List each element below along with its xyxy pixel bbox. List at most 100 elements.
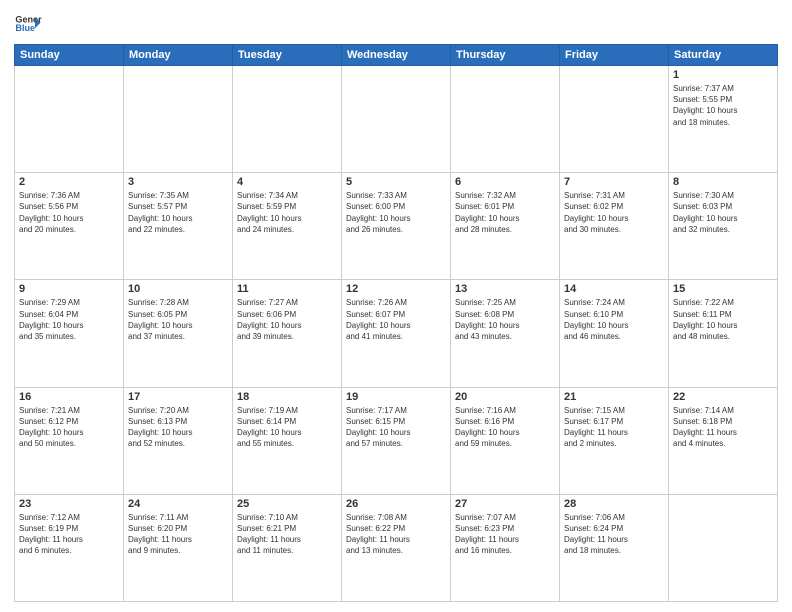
weekday-header-friday: Friday: [560, 45, 669, 66]
day-info: Sunrise: 7:34 AM Sunset: 5:59 PM Dayligh…: [237, 190, 337, 235]
day-number: 11: [237, 283, 337, 295]
day-number: 1: [673, 69, 773, 81]
calendar-cell: [342, 66, 451, 173]
calendar-cell: 26 Sunrise: 7:08 AM Sunset: 6:22 PM Dayli…: [342, 494, 451, 601]
calendar-cell: 18 Sunrise: 7:19 AM Sunset: 6:14 PM Dayli…: [233, 387, 342, 494]
day-info: Sunrise: 7:24 AM Sunset: 6:10 PM Dayligh…: [564, 297, 664, 342]
calendar-cell: 27 Sunrise: 7:07 AM Sunset: 6:23 PM Dayli…: [451, 494, 560, 601]
calendar-cell: 22 Sunrise: 7:14 AM Sunset: 6:18 PM Dayli…: [669, 387, 778, 494]
day-number: 17: [128, 391, 228, 403]
day-info: Sunrise: 7:30 AM Sunset: 6:03 PM Dayligh…: [673, 190, 773, 235]
calendar-cell: 11 Sunrise: 7:27 AM Sunset: 6:06 PM Dayli…: [233, 280, 342, 387]
day-info: Sunrise: 7:32 AM Sunset: 6:01 PM Dayligh…: [455, 190, 555, 235]
day-number: 14: [564, 283, 664, 295]
calendar-cell: 15Sunrise: 7:22 AM Sunset: 6:11 PM Dayli…: [669, 280, 778, 387]
day-info: Sunrise: 7:36 AM Sunset: 5:56 PM Dayligh…: [19, 190, 119, 235]
day-number: 7: [564, 176, 664, 188]
day-info: Sunrise: 7:14 AM Sunset: 6:18 PM Dayligh…: [673, 405, 773, 450]
calendar-cell: [451, 66, 560, 173]
day-info: Sunrise: 7:06 AM Sunset: 6:24 PM Dayligh…: [564, 512, 664, 557]
calendar-cell: 12 Sunrise: 7:26 AM Sunset: 6:07 PM Dayli…: [342, 280, 451, 387]
day-info: Sunrise: 7:19 AM Sunset: 6:14 PM Dayligh…: [237, 405, 337, 450]
day-number: 10: [128, 283, 228, 295]
calendar-week-row-3: 9 Sunrise: 7:29 AM Sunset: 6:04 PM Daylig…: [15, 280, 778, 387]
day-number: 12: [346, 283, 446, 295]
calendar-week-row-2: 2 Sunrise: 7:36 AM Sunset: 5:56 PM Daylig…: [15, 173, 778, 280]
day-info: Sunrise: 7:26 AM Sunset: 6:07 PM Dayligh…: [346, 297, 446, 342]
calendar-table: SundayMondayTuesdayWednesdayThursdayFrid…: [14, 44, 778, 602]
calendar-week-row-4: 16 Sunrise: 7:21 AM Sunset: 6:12 PM Dayli…: [15, 387, 778, 494]
day-number: 20: [455, 391, 555, 403]
day-info: Sunrise: 7:35 AM Sunset: 5:57 PM Dayligh…: [128, 190, 228, 235]
weekday-header-row: SundayMondayTuesdayWednesdayThursdayFrid…: [15, 45, 778, 66]
day-info: Sunrise: 7:11 AM Sunset: 6:20 PM Dayligh…: [128, 512, 228, 557]
calendar-cell: 20 Sunrise: 7:16 AM Sunset: 6:16 PM Dayli…: [451, 387, 560, 494]
day-info: Sunrise: 7:29 AM Sunset: 6:04 PM Dayligh…: [19, 297, 119, 342]
weekday-header-tuesday: Tuesday: [233, 45, 342, 66]
day-info: Sunrise: 7:08 AM Sunset: 6:22 PM Dayligh…: [346, 512, 446, 557]
day-number: 3: [128, 176, 228, 188]
day-number: 2: [19, 176, 119, 188]
day-info: Sunrise: 7:07 AM Sunset: 6:23 PM Dayligh…: [455, 512, 555, 557]
calendar-cell: 24 Sunrise: 7:11 AM Sunset: 6:20 PM Dayli…: [124, 494, 233, 601]
day-info: Sunrise: 7:12 AM Sunset: 6:19 PM Dayligh…: [19, 512, 119, 557]
logo-icon: General Blue: [14, 10, 42, 38]
weekday-header-sunday: Sunday: [15, 45, 124, 66]
logo: General Blue: [14, 10, 46, 38]
day-info: Sunrise: 7:27 AM Sunset: 6:06 PM Dayligh…: [237, 297, 337, 342]
day-number: 19: [346, 391, 446, 403]
day-info: Sunrise: 7:33 AM Sunset: 6:00 PM Dayligh…: [346, 190, 446, 235]
day-number: 15: [673, 283, 773, 295]
day-info: Sunrise: 7:21 AM Sunset: 6:12 PM Dayligh…: [19, 405, 119, 450]
day-number: 25: [237, 498, 337, 510]
weekday-header-wednesday: Wednesday: [342, 45, 451, 66]
day-number: 13: [455, 283, 555, 295]
calendar-cell: 28 Sunrise: 7:06 AM Sunset: 6:24 PM Dayli…: [560, 494, 669, 601]
calendar-cell: [124, 66, 233, 173]
calendar-cell: 16 Sunrise: 7:21 AM Sunset: 6:12 PM Dayli…: [15, 387, 124, 494]
calendar-cell: 1 Sunrise: 7:37 AM Sunset: 5:55 PM Daylig…: [669, 66, 778, 173]
calendar-cell: 7 Sunrise: 7:31 AM Sunset: 6:02 PM Daylig…: [560, 173, 669, 280]
calendar-week-row-1: 1 Sunrise: 7:37 AM Sunset: 5:55 PM Daylig…: [15, 66, 778, 173]
calendar-cell: 6Sunrise: 7:32 AM Sunset: 6:01 PM Daylig…: [451, 173, 560, 280]
calendar-cell: 10 Sunrise: 7:28 AM Sunset: 6:05 PM Dayli…: [124, 280, 233, 387]
day-number: 27: [455, 498, 555, 510]
calendar-cell: [560, 66, 669, 173]
day-info: Sunrise: 7:37 AM Sunset: 5:55 PM Dayligh…: [673, 83, 773, 128]
calendar-cell: [15, 66, 124, 173]
day-number: 28: [564, 498, 664, 510]
day-info: Sunrise: 7:17 AM Sunset: 6:15 PM Dayligh…: [346, 405, 446, 450]
calendar-cell: 25 Sunrise: 7:10 AM Sunset: 6:21 PM Dayli…: [233, 494, 342, 601]
day-info: Sunrise: 7:10 AM Sunset: 6:21 PM Dayligh…: [237, 512, 337, 557]
calendar-cell: 4 Sunrise: 7:34 AM Sunset: 5:59 PM Daylig…: [233, 173, 342, 280]
day-number: 4: [237, 176, 337, 188]
calendar-cell: [669, 494, 778, 601]
day-number: 26: [346, 498, 446, 510]
day-number: 18: [237, 391, 337, 403]
calendar-cell: 2 Sunrise: 7:36 AM Sunset: 5:56 PM Daylig…: [15, 173, 124, 280]
calendar-cell: 14 Sunrise: 7:24 AM Sunset: 6:10 PM Dayli…: [560, 280, 669, 387]
day-number: 16: [19, 391, 119, 403]
calendar-cell: 21 Sunrise: 7:15 AM Sunset: 6:17 PM Dayli…: [560, 387, 669, 494]
calendar-cell: 23 Sunrise: 7:12 AM Sunset: 6:19 PM Dayli…: [15, 494, 124, 601]
day-number: 8: [673, 176, 773, 188]
calendar-cell: 13 Sunrise: 7:25 AM Sunset: 6:08 PM Dayli…: [451, 280, 560, 387]
day-number: 24: [128, 498, 228, 510]
day-info: Sunrise: 7:25 AM Sunset: 6:08 PM Dayligh…: [455, 297, 555, 342]
page: General Blue SundayMondayTuesdayWednesda…: [0, 0, 792, 612]
calendar-cell: 9 Sunrise: 7:29 AM Sunset: 6:04 PM Daylig…: [15, 280, 124, 387]
day-number: 9: [19, 283, 119, 295]
calendar-week-row-5: 23 Sunrise: 7:12 AM Sunset: 6:19 PM Dayli…: [15, 494, 778, 601]
day-number: 23: [19, 498, 119, 510]
day-info: Sunrise: 7:31 AM Sunset: 6:02 PM Dayligh…: [564, 190, 664, 235]
day-info: Sunrise: 7:28 AM Sunset: 6:05 PM Dayligh…: [128, 297, 228, 342]
header: General Blue: [14, 10, 778, 38]
day-number: 22: [673, 391, 773, 403]
day-info: Sunrise: 7:15 AM Sunset: 6:17 PM Dayligh…: [564, 405, 664, 450]
calendar-cell: 3 Sunrise: 7:35 AM Sunset: 5:57 PM Daylig…: [124, 173, 233, 280]
day-number: 21: [564, 391, 664, 403]
weekday-header-saturday: Saturday: [669, 45, 778, 66]
weekday-header-monday: Monday: [124, 45, 233, 66]
day-info: Sunrise: 7:16 AM Sunset: 6:16 PM Dayligh…: [455, 405, 555, 450]
calendar-cell: 17Sunrise: 7:20 AM Sunset: 6:13 PM Dayli…: [124, 387, 233, 494]
